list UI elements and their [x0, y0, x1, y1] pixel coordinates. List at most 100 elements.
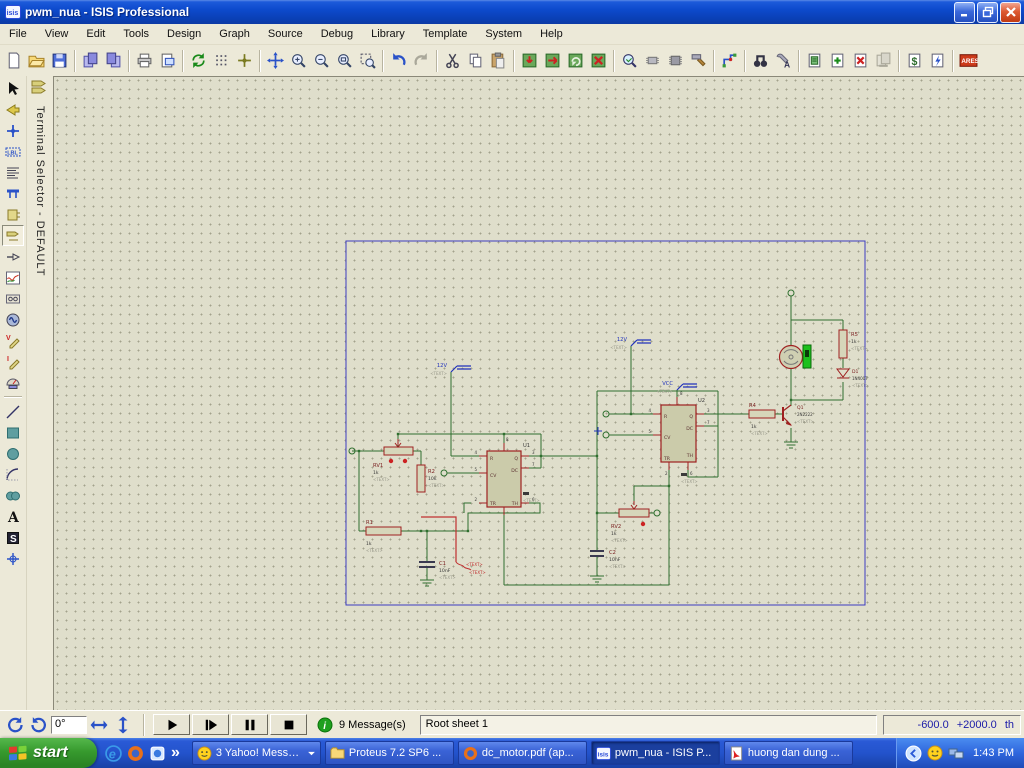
menu-library[interactable]: Library: [362, 25, 414, 43]
menu-system[interactable]: System: [476, 25, 531, 43]
2d-path-icon[interactable]: [2, 485, 24, 506]
2d-symbol-icon[interactable]: S: [2, 527, 24, 548]
minimize-button[interactable]: [954, 2, 975, 23]
packaging-tool-icon[interactable]: [664, 49, 687, 72]
pause-button[interactable]: [231, 714, 268, 735]
bill-of-materials-icon[interactable]: $: [903, 49, 926, 72]
messenger-icon[interactable]: [149, 745, 166, 762]
component-r5[interactable]: R5 1k <TEXT>: [839, 330, 868, 358]
close-button[interactable]: [1000, 2, 1021, 23]
junction-dot-mode-icon[interactable]: [2, 120, 24, 141]
terminal-node[interactable]: [654, 510, 660, 516]
virtual-instruments-mode-icon[interactable]: [2, 372, 24, 393]
graph-mode-icon[interactable]: [2, 267, 24, 288]
copy-icon[interactable]: [464, 49, 487, 72]
component-rv1[interactable]: RV1 1k <TEXT>: [373, 439, 413, 482]
quick-launch-chevron[interactable]: »: [171, 744, 180, 762]
2d-arc-icon[interactable]: [2, 464, 24, 485]
menu-file[interactable]: File: [0, 25, 36, 43]
export-section-icon[interactable]: [102, 49, 125, 72]
redo-icon[interactable]: [410, 49, 433, 72]
zoom-all-icon[interactable]: [333, 49, 356, 72]
component-u2[interactable]: U2 R CV TR Q DC TH 4 5 3 7 8 2 6 <TEXT>: [648, 391, 710, 484]
pick-device-icon[interactable]: [618, 49, 641, 72]
2d-marker-icon[interactable]: [2, 548, 24, 569]
internet-explorer-icon[interactable]: e: [105, 745, 122, 762]
rotate-clockwise-icon[interactable]: [3, 713, 27, 736]
text-script-mode-icon[interactable]: [2, 162, 24, 183]
restore-button[interactable]: [977, 2, 998, 23]
rotate-anticlockwise-icon[interactable]: [27, 713, 51, 736]
tape-recorder-mode-icon[interactable]: [2, 288, 24, 309]
zoom-out-icon[interactable]: [310, 49, 333, 72]
goto-sheet-icon[interactable]: [872, 49, 895, 72]
task-yahoo-messenger[interactable]: 3 Yahoo! Messe...: [192, 741, 321, 765]
rotation-angle-input[interactable]: 0°: [51, 716, 87, 734]
menu-tools[interactable]: Tools: [114, 25, 158, 43]
mirror-horizontal-icon[interactable]: [87, 713, 111, 736]
play-button[interactable]: [153, 714, 190, 735]
start-button[interactable]: start: [0, 738, 97, 768]
generator-mode-icon[interactable]: [2, 309, 24, 330]
pan-icon[interactable]: [264, 49, 287, 72]
firefox-icon[interactable]: [127, 745, 144, 762]
block-copy-icon[interactable]: [518, 49, 541, 72]
terminal-node[interactable]: [788, 290, 794, 296]
menu-graph[interactable]: Graph: [210, 25, 259, 43]
component-r1[interactable]: R1 1k <TEXT>: [366, 520, 401, 553]
new-sheet-icon[interactable]: [826, 49, 849, 72]
open-icon[interactable]: [25, 49, 48, 72]
schematic-canvas[interactable]: 12V <TEXT> 12V <TEXT> VCC <TEXT> RV1 1k …: [53, 76, 1024, 710]
component-mode-icon[interactable]: [2, 99, 24, 120]
zoom-area-icon[interactable]: [356, 49, 379, 72]
hide-icons-chevron-icon[interactable]: [905, 745, 922, 762]
message-status[interactable]: i 9 Message(s): [317, 717, 406, 733]
mirror-vertical-icon[interactable]: [111, 713, 135, 736]
task-huong-dan-dung[interactable]: huong dan dung ...: [724, 741, 853, 765]
2d-text-icon[interactable]: A: [2, 506, 24, 527]
search-tag-icon[interactable]: [749, 49, 772, 72]
menu-debug[interactable]: Debug: [312, 25, 362, 43]
save-icon[interactable]: [48, 49, 71, 72]
make-device-icon[interactable]: [641, 49, 664, 72]
menu-help[interactable]: Help: [531, 25, 572, 43]
voltage-probe-mode-icon[interactable]: V: [2, 330, 24, 351]
device-pins-mode-icon[interactable]: [2, 246, 24, 267]
terminals-mode-icon[interactable]: [2, 225, 24, 246]
object-selector[interactable]: Terminal Selector - DEFAULT: [26, 76, 53, 710]
2d-line-icon[interactable]: [2, 401, 24, 422]
2d-box-icon[interactable]: [2, 422, 24, 443]
wires[interactable]: [352, 296, 843, 585]
task-pwm-nua-isis[interactable]: isis pwm_nua - ISIS P...: [591, 741, 720, 765]
current-probe-mode-icon[interactable]: I: [2, 351, 24, 372]
new-icon[interactable]: [2, 49, 25, 72]
task-dc-motor-pdf[interactable]: dc_motor.pdf (ap...: [458, 741, 587, 765]
menu-edit[interactable]: Edit: [77, 25, 114, 43]
wire-autorouter-icon[interactable]: [718, 49, 741, 72]
toggle-grid-icon[interactable]: [210, 49, 233, 72]
component-r4[interactable]: R4 1k <TEXT>: [749, 403, 775, 436]
print-icon[interactable]: [133, 49, 156, 72]
origin-icon[interactable]: [233, 49, 256, 72]
terminal-node[interactable]: [441, 470, 447, 476]
redraw-icon[interactable]: [187, 49, 210, 72]
menu-design[interactable]: Design: [158, 25, 210, 43]
component-r2[interactable]: R2 10k <TEXT>: [417, 465, 445, 492]
2d-circle-icon[interactable]: [2, 443, 24, 464]
block-move-icon[interactable]: [541, 49, 564, 72]
selection-mode-icon[interactable]: [2, 78, 24, 99]
mark-output-area-icon[interactable]: [156, 49, 179, 72]
menu-source[interactable]: Source: [259, 25, 312, 43]
menu-template[interactable]: Template: [414, 25, 477, 43]
block-delete-icon[interactable]: [587, 49, 610, 72]
component-rv2[interactable]: RV2 1k <TEXT>: [611, 501, 649, 543]
design-explorer-icon[interactable]: [803, 49, 826, 72]
component-q1[interactable]: Q1 2N2222 <TEXT>: [783, 405, 814, 426]
decompose-icon[interactable]: [687, 49, 710, 72]
paste-icon[interactable]: [487, 49, 510, 72]
component-c2[interactable]: C2 10nF <TEXT>: [590, 550, 626, 569]
property-assignment-icon[interactable]: A: [772, 49, 795, 72]
network-tray-icon[interactable]: [948, 745, 964, 761]
taskbar-clock[interactable]: 1:43 PM: [973, 747, 1014, 759]
zoom-in-icon[interactable]: [287, 49, 310, 72]
